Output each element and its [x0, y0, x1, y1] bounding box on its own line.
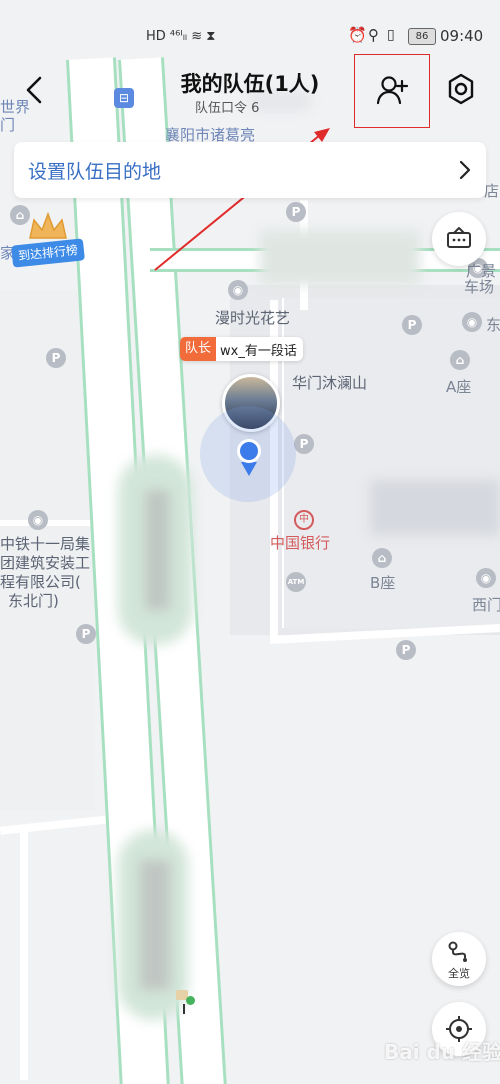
route-overview-icon [448, 941, 467, 962]
watermark: Bai du 经验 [384, 1040, 500, 1064]
set-destination-label: 设置队伍目的地 [28, 161, 162, 183]
overview-label: 全览 [448, 967, 470, 980]
add-member-button[interactable] [354, 54, 430, 128]
overview-button[interactable]: 全览 [432, 932, 486, 986]
gear-icon [448, 73, 474, 105]
set-destination-card[interactable]: 设置队伍目的地 [14, 142, 486, 198]
message-board-icon [447, 227, 471, 248]
battery-indicator: 86 [408, 28, 436, 45]
team-code-label: 队伍口令 6 [195, 101, 260, 116]
settings-button[interactable] [444, 72, 478, 106]
status-time: 09:40 [440, 27, 484, 45]
status-bar: HD ⁴⁶ᴵₗₗ ≋ ⧗ ⏰ ⚲ ▯ 86 09:40 [0, 0, 500, 62]
network-status-icons: HD ⁴⁶ᴵₗₗ ≋ ⧗ [146, 29, 216, 44]
team-message-button[interactable] [432, 212, 486, 266]
location-status-icon: ⚲ [368, 26, 379, 44]
traffic-light-icon [176, 990, 196, 1016]
team-code: 队伍口令 6 [195, 97, 259, 116]
chevron-right-icon [459, 160, 471, 180]
alarm-icon: ⏰ [348, 26, 367, 44]
add-person-icon [377, 76, 409, 105]
title-bar: 我的队伍(1人) 队伍口令 6 [0, 54, 500, 128]
vibrate-icon: ▯ [387, 27, 395, 43]
